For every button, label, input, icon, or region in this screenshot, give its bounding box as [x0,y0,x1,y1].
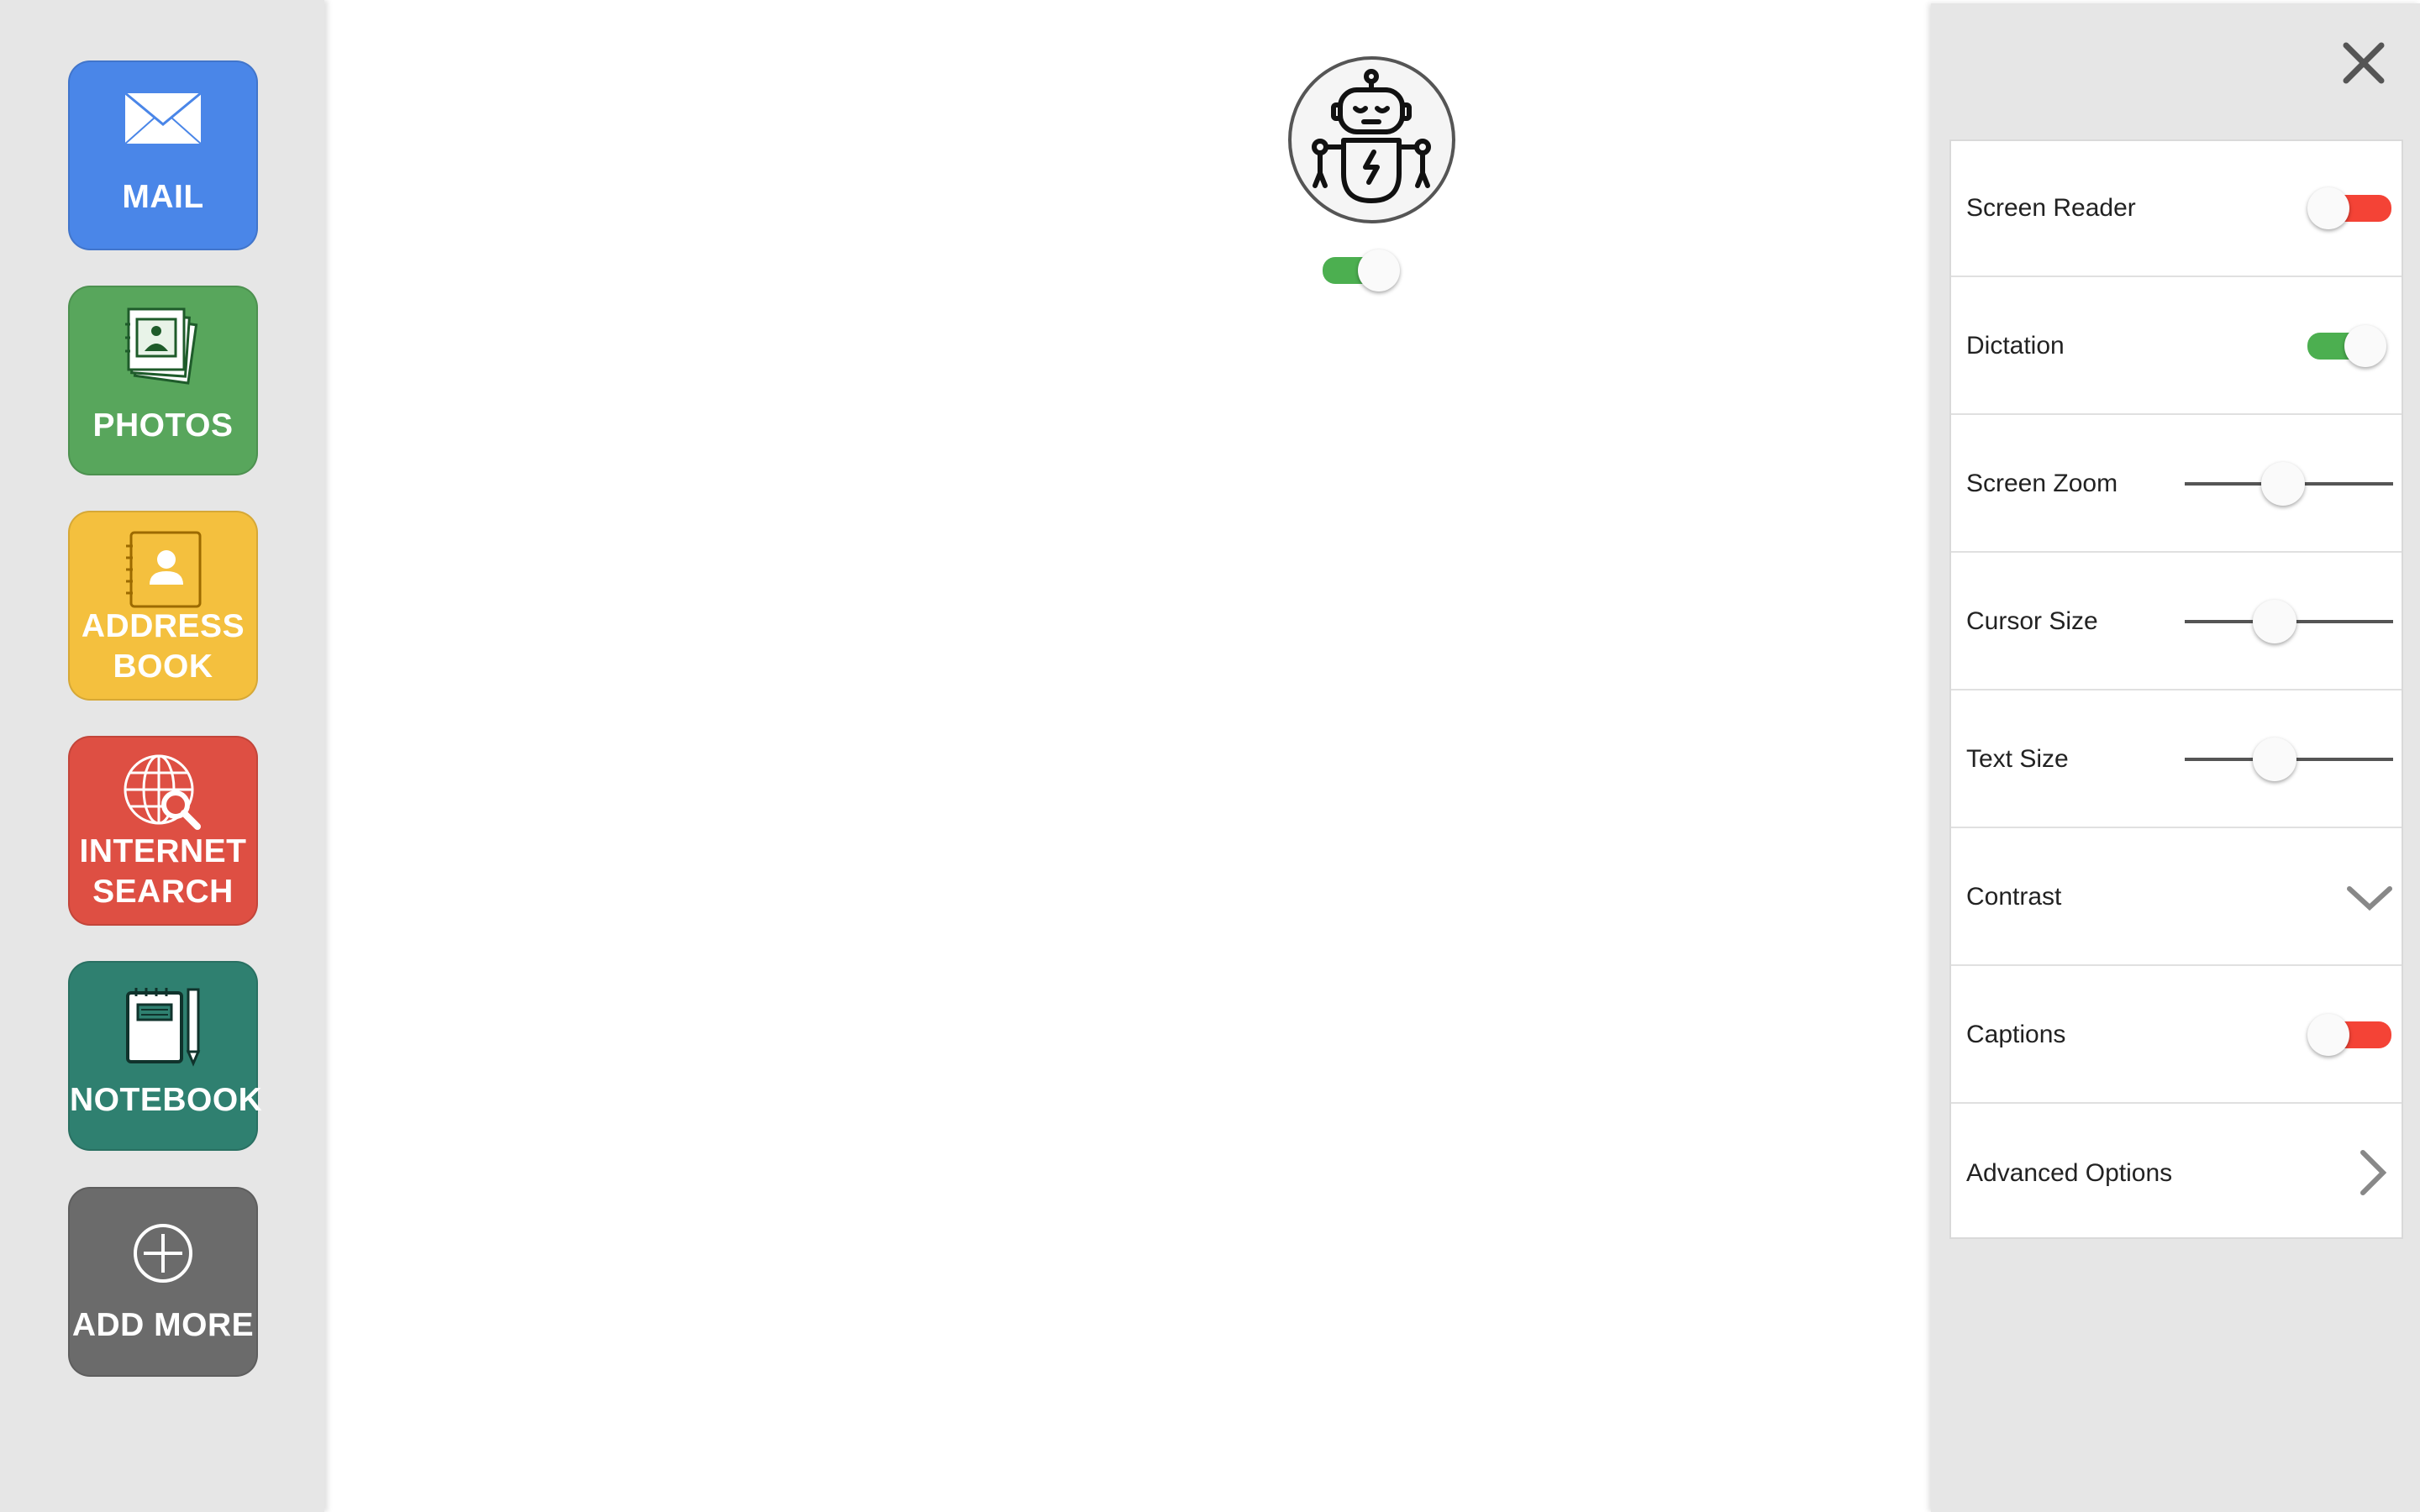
notebook-app-button[interactable]: NOTEBOOK [68,961,263,1151]
close-icon[interactable] [2334,34,2393,92]
setting-label: Advanced Options [1966,1159,2173,1187]
internet-search-app-label: INTERNET SEARCH [79,833,247,910]
mail-icon [124,91,203,145]
internet-search-app-button[interactable]: INTERNET SEARCH [68,736,258,926]
setting-text-size: Text Size [1951,692,2402,828]
chevron-down-icon[interactable] [2346,882,2393,916]
accessibility-settings-panel: Screen Reader Dictation Screen Zoom Curs… [1931,3,2420,1512]
photos-app-button[interactable]: PHOTOS [68,286,258,475]
address-book-icon [126,531,202,608]
setting-dictation: Dictation [1951,279,2402,415]
setting-cursor-size: Cursor Size [1951,554,2402,690]
address-book-app-button[interactable]: ADDRESS BOOK [68,511,258,701]
setting-screen-reader: Screen Reader [1951,141,2402,277]
screen-reader-toggle[interactable] [2307,185,2391,232]
notebook-pencil-icon [126,988,201,1067]
setting-label: Cursor Size [1966,607,2098,635]
captions-toggle-knob [2307,1014,2349,1056]
setting-label: Captions [1966,1021,2066,1048]
setting-label: Screen Zoom [1966,470,2118,497]
setting-label: Dictation [1966,332,2065,360]
cursor-size-slider-thumb[interactable] [2252,600,2296,643]
setting-contrast[interactable]: Contrast [1951,830,2402,966]
notebook-app-label: NOTEBOOK [70,1082,263,1118]
assistant-toggle[interactable] [1321,247,1402,294]
mail-app-button[interactable]: MAIL [68,60,258,250]
photos-icon [125,307,198,385]
dictation-toggle[interactable] [2307,323,2391,370]
settings-list: Screen Reader Dictation Screen Zoom Curs… [1949,139,2403,1239]
assistant-avatar[interactable] [1288,56,1455,223]
add-more-app-label: ADD MORE [71,1307,255,1343]
screen-reader-toggle-knob [2307,187,2349,229]
chevron-right-icon[interactable] [2356,1149,2390,1196]
photos-app-label: PHOTOS [92,407,234,444]
assistant-toggle-knob [1358,249,1400,291]
setting-advanced-options[interactable]: Advanced Options [1951,1105,2402,1242]
mail-app-label: MAIL [122,179,204,215]
setting-label: Text Size [1966,745,2069,773]
text-size-slider[interactable] [2185,692,2393,827]
setting-label: Contrast [1966,883,2062,911]
robot-icon [1312,69,1431,203]
address-book-app-label: ADDRESS BOOK [81,608,245,685]
add-more-app-button[interactable]: ADD MORE [68,1187,258,1377]
screen-zoom-slider-thumb[interactable] [2260,462,2305,506]
screen-zoom-slider[interactable] [2185,417,2393,551]
cursor-size-slider[interactable] [2185,554,2393,689]
captions-toggle[interactable] [2307,1011,2391,1058]
globe-search-icon [124,754,201,830]
setting-captions: Captions [1951,968,2402,1104]
setting-label: Screen Reader [1966,194,2136,222]
app-sidebar: MAIL PHOTOS ADDRESS BOOK INTERNET SEARCH… [0,0,324,1512]
setting-screen-zoom: Screen Zoom [1951,417,2402,553]
text-size-slider-thumb[interactable] [2252,738,2296,781]
dictation-toggle-knob [2344,325,2386,367]
plus-circle-icon [134,1224,192,1283]
